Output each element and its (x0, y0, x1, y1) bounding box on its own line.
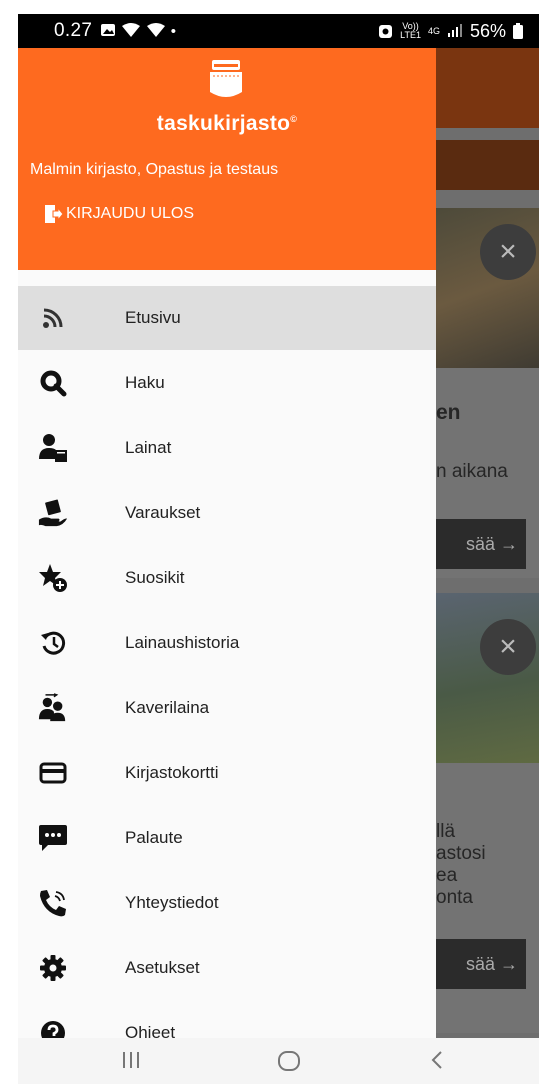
status-time: 0.27 (54, 20, 93, 41)
menu-item-label: Asetukset (125, 957, 200, 977)
home-button[interactable] (277, 1049, 301, 1073)
menu-item-suosikit[interactable]: Suosikit (18, 545, 436, 610)
recent-apps-button[interactable] (121, 1050, 141, 1070)
search-icon (40, 370, 67, 396)
back-button[interactable] (430, 1050, 444, 1070)
volte-indicator: Vo)) LTE1 (400, 21, 421, 40)
menu-item-label: Ohjeet (125, 1022, 176, 1039)
signal-icon (447, 24, 462, 37)
navigation-drawer: taskukirjasto© Malmin kirjasto, Opastus … (18, 48, 436, 1038)
card-text-line: llä (436, 821, 456, 842)
battery-level: 56% (469, 20, 506, 41)
menu-item-label: Kirjastokortti (125, 762, 219, 782)
network-type: 4G (427, 25, 440, 36)
card-text-line: astosi (436, 843, 486, 864)
card-button: sää → (436, 519, 526, 569)
user-book-icon (39, 433, 67, 462)
background-card: × llä astosi ea onta sää → (436, 593, 539, 1033)
menu-item-lainat[interactable]: Lainat (18, 415, 436, 480)
logout-button[interactable]: KIRJAUDU ULOS (44, 204, 194, 224)
menu-item-label: Lainaushistoria (125, 632, 240, 652)
background-content: × en n aikana sää → × llä astosi ea onta… (436, 48, 539, 1038)
drawer-menu: Etusivu Haku Lainat Varaukset Suosikit L… (18, 286, 436, 1038)
star-plus-icon (39, 563, 67, 592)
chat-icon (39, 824, 67, 851)
status-bar: 0.27 • Vo)) LTE1 4G 56% (18, 14, 539, 48)
card-image (436, 593, 539, 763)
menu-item-label: Lainat (125, 437, 172, 457)
card-icon (39, 762, 67, 783)
menu-item-etusivu[interactable]: Etusivu (18, 286, 436, 350)
wifi-icon (122, 23, 141, 37)
status-right: Vo)) LTE1 4G 56% (378, 21, 523, 42)
card-text-line: onta (436, 887, 473, 908)
registered-mark: © (290, 114, 298, 124)
close-icon: × (480, 619, 536, 675)
gallery-icon (101, 24, 116, 36)
menu-item-label: Yhteystiedot (125, 892, 219, 912)
menu-item-ohjeet[interactable]: Ohjeet (18, 1000, 436, 1038)
phone-icon (40, 889, 66, 916)
menu-item-kirjastokortti[interactable]: Kirjastokortti (18, 740, 436, 805)
card-text-line: ea (436, 865, 458, 886)
close-icon: × (480, 224, 536, 280)
brand-name: taskukirjasto© (156, 112, 298, 135)
wifi-icon (146, 23, 165, 37)
menu-item-label: Haku (125, 372, 165, 392)
history-icon (41, 631, 66, 655)
drawer-header: taskukirjasto© Malmin kirjasto, Opastus … (18, 48, 436, 270)
help-icon (41, 1020, 65, 1038)
battery-icon (513, 23, 523, 39)
alarm-icon (379, 24, 393, 38)
menu-item-lainaushistoria[interactable]: Lainaushistoria (18, 610, 436, 675)
menu-item-kaverilaina[interactable]: Kaverilaina (18, 675, 436, 740)
menu-item-label: Varaukset (125, 502, 201, 522)
menu-item-asetukset[interactable]: Asetukset (18, 935, 436, 1000)
menu-item-label: Etusivu (125, 308, 181, 327)
menu-item-label: Suosikit (125, 567, 185, 587)
menu-item-yhteystiedot[interactable]: Yhteystiedot (18, 870, 436, 935)
card-text: n aikana (436, 461, 508, 482)
menu-item-label: Palaute (125, 827, 183, 847)
dot-icon: • (170, 23, 178, 40)
logout-icon (45, 205, 64, 223)
phone-screen: 0.27 • Vo)) LTE1 4G 56% × en n aikana sä… (18, 14, 539, 1084)
card-title: en (436, 401, 461, 424)
notification-icons: • (100, 22, 178, 40)
background-toolbar (436, 48, 539, 128)
rss-icon (43, 308, 63, 328)
system-navigation-bar (18, 1038, 539, 1084)
background-tabs (436, 140, 539, 190)
library-name: Malmin kirjasto, Opastus ja testaus (30, 161, 279, 178)
card-button: sää → (436, 939, 526, 989)
gear-icon (40, 954, 66, 981)
menu-item-label: Kaverilaina (125, 697, 210, 717)
background-card: × en n aikana sää → (436, 208, 539, 578)
menu-item-haku[interactable]: Haku (18, 350, 436, 415)
hand-book-icon (38, 499, 68, 526)
logout-label: KIRJAUDU ULOS (66, 205, 195, 222)
menu-item-palaute[interactable]: Palaute (18, 805, 436, 870)
menu-item-varaukset[interactable]: Varaukset (18, 480, 436, 545)
pocket-library-logo-icon (210, 60, 242, 97)
users-icon (38, 692, 66, 721)
